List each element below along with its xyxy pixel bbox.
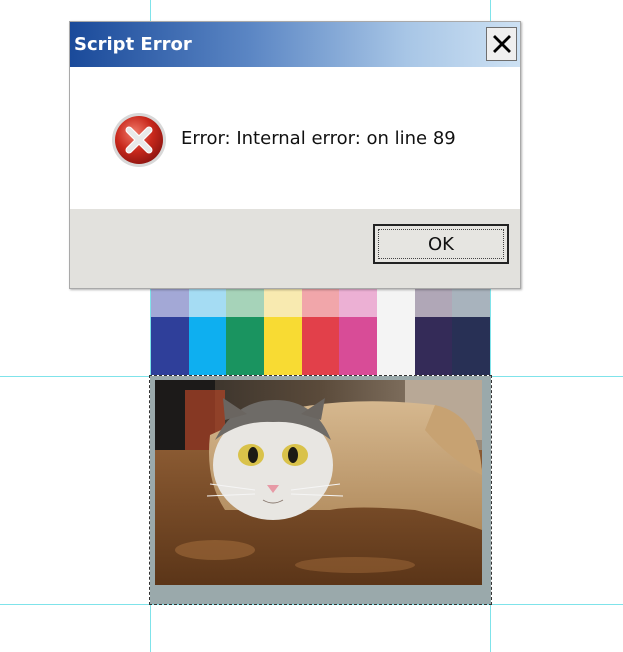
color-palette — [151, 288, 491, 375]
dialog-button-area: OK — [70, 209, 520, 288]
color-swatch-light[interactable] — [226, 288, 265, 317]
color-swatch[interactable] — [301, 288, 340, 375]
color-swatch-dark[interactable] — [452, 317, 491, 375]
script-error-dialog: Script Error Error: Internal error: on l… — [69, 21, 521, 289]
dialog-title: Script Error — [74, 34, 192, 55]
ok-button-label: OK — [428, 233, 454, 255]
dialog-message-area: Error: Internal error: on line 89 — [70, 67, 520, 209]
color-swatch-dark[interactable] — [226, 317, 265, 375]
close-button[interactable] — [486, 27, 517, 61]
color-swatch-dark[interactable] — [301, 317, 340, 375]
color-swatch-light[interactable] — [151, 288, 189, 317]
color-swatch[interactable] — [414, 288, 453, 375]
color-swatch-dark[interactable] — [377, 317, 415, 375]
color-swatch-light[interactable] — [264, 288, 302, 317]
color-swatch-dark[interactable] — [264, 317, 302, 375]
color-swatch-light[interactable] — [377, 288, 415, 317]
color-swatch[interactable] — [226, 288, 265, 375]
dialog-titlebar[interactable]: Script Error — [70, 22, 520, 67]
color-swatch-light[interactable] — [452, 288, 491, 317]
close-icon — [492, 35, 511, 53]
ok-button[interactable]: OK — [373, 224, 509, 264]
color-swatch[interactable] — [264, 288, 302, 375]
guide-horizontal-bottom — [0, 604, 623, 605]
color-swatch[interactable] — [188, 288, 227, 375]
color-swatch[interactable] — [151, 288, 189, 375]
cat-photo — [155, 380, 482, 585]
color-swatch-dark[interactable] — [188, 317, 227, 375]
color-swatch[interactable] — [452, 288, 491, 375]
error-icon — [112, 113, 166, 167]
error-message: Error: Internal error: on line 89 — [181, 128, 456, 149]
color-swatch-light[interactable] — [301, 288, 340, 317]
color-swatch[interactable] — [339, 288, 378, 375]
color-swatch-light[interactable] — [339, 288, 378, 317]
color-swatch-dark[interactable] — [414, 317, 453, 375]
color-swatch-dark[interactable] — [151, 317, 189, 375]
image-frame[interactable] — [149, 375, 492, 605]
color-swatch-light[interactable] — [414, 288, 453, 317]
color-swatch-dark[interactable] — [339, 317, 378, 375]
color-swatch[interactable] — [377, 288, 415, 375]
color-swatch-light[interactable] — [188, 288, 227, 317]
